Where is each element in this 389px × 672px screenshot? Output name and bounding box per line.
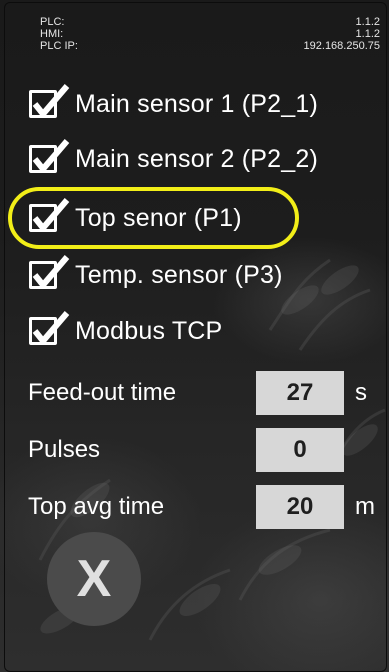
plc-ip-value: 192.168.250.75 <box>303 40 380 52</box>
close-button[interactable]: X <box>47 532 141 626</box>
plc-ip-row: PLC IP: 192.168.250.75 <box>40 40 380 52</box>
plc-ip-label: PLC IP: <box>40 40 78 52</box>
checkbox-checked-icon[interactable] <box>27 255 70 295</box>
top-avg-time-label: Top avg time <box>28 493 165 520</box>
plc-version: 1.1.2 <box>355 16 380 28</box>
pulses-field[interactable]: 0 <box>256 428 344 472</box>
top-avg-time-unit: m <box>355 493 375 520</box>
hmi-version: 1.1.2 <box>355 28 380 40</box>
main-sensor-2-label: Main sensor 2 (P2_2) <box>75 144 319 173</box>
param-pulses: Pulses 0 <box>28 428 380 474</box>
param-top-avg-time: Top avg time 20 m <box>28 485 380 531</box>
version-info: PLC: 1.1.2 HMI: 1.1.2 PLC IP: 192.168.25… <box>40 16 380 52</box>
checkbox-checked-icon[interactable] <box>27 311 70 351</box>
checkbox-checked-icon[interactable] <box>27 139 70 179</box>
modbus-tcp-label: Modbus TCP <box>75 316 223 345</box>
feed-out-time-unit: s <box>355 379 367 406</box>
plc-version-row: PLC: 1.1.2 <box>40 16 380 28</box>
checkbox-modbus-tcp[interactable]: Modbus TCP <box>27 311 222 351</box>
hmi-version-row: HMI: 1.1.2 <box>40 28 380 40</box>
checkbox-main-sensor-2[interactable]: Main sensor 2 (P2_2) <box>27 139 318 179</box>
plc-label: PLC: <box>40 16 65 28</box>
temp-sensor-label: Temp. sensor (P3) <box>75 260 283 289</box>
hmi-label: HMI: <box>40 28 64 40</box>
highlight-ellipse <box>8 187 299 249</box>
checkbox-temp-sensor[interactable]: Temp. sensor (P3) <box>27 255 283 295</box>
close-icon: X <box>76 550 112 608</box>
param-feed-out-time: Feed-out time 27 s <box>28 371 380 417</box>
pulses-label: Pulses <box>28 436 101 463</box>
checkbox-main-sensor-1[interactable]: Main sensor 1 (P2_1) <box>27 84 318 124</box>
feed-out-time-label: Feed-out time <box>28 379 177 406</box>
main-sensor-1-label: Main sensor 1 (P2_1) <box>75 89 319 118</box>
feed-out-time-field[interactable]: 27 <box>256 371 344 415</box>
checkbox-checked-icon[interactable] <box>27 84 70 124</box>
top-avg-time-field[interactable]: 20 <box>256 485 344 529</box>
